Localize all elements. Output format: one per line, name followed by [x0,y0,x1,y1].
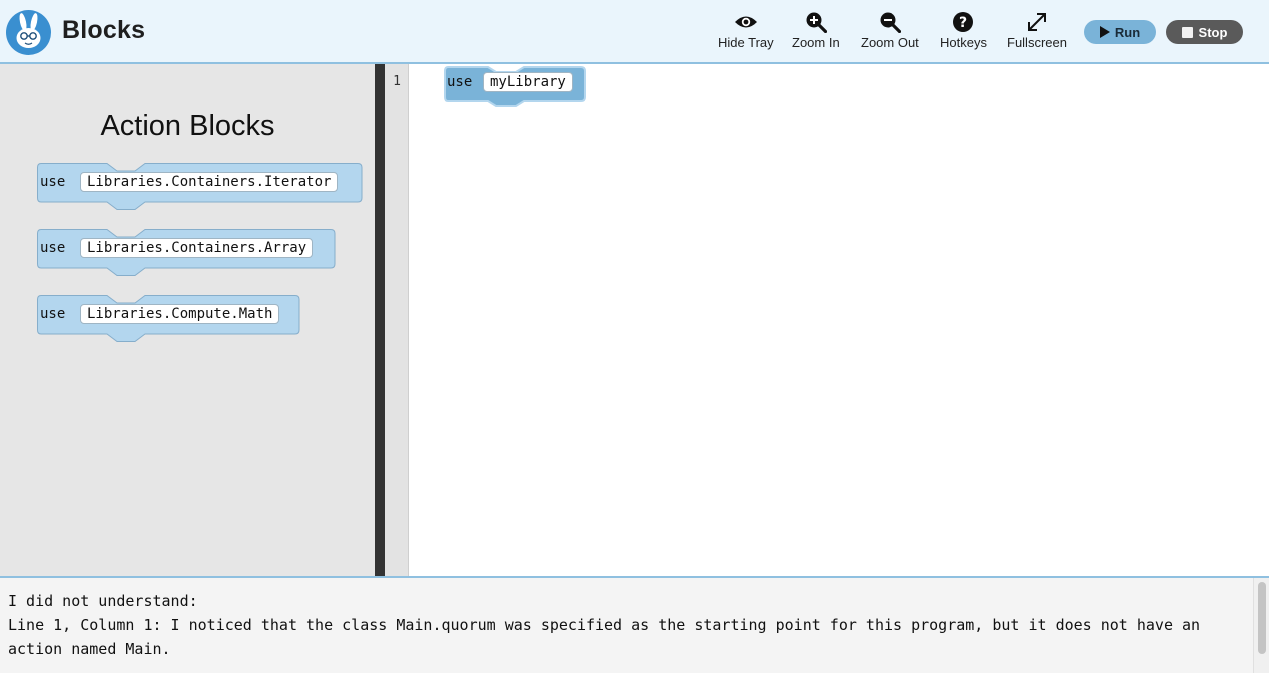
stop-label: Stop [1198,24,1228,40]
question-icon: ? [950,10,976,34]
zoom-out-button[interactable]: Zoom Out [861,10,919,54]
block-keyword: use [40,240,66,256]
output-text: I did not understand: Line 1, Column 1: … [8,589,1238,661]
line-number: 1 [393,74,401,89]
block-value-field[interactable]: Libraries.Compute.Math [80,304,280,324]
line-number-gutter: 1 [385,64,409,576]
output-panel: I did not understand: Line 1, Column 1: … [0,576,1269,673]
hotkeys-button[interactable]: ? Hotkeys [940,10,987,54]
block-keyword: use [40,306,66,322]
tray-block-array[interactable]: use Libraries.Containers.Array [37,229,336,285]
output-line: I did not understand: [8,592,198,610]
hotkeys-label: Hotkeys [940,35,987,50]
block-keyword: use [40,174,66,190]
svg-text:?: ? [959,15,967,31]
block-value-field[interactable]: myLibrary [483,72,573,92]
block-keyword: use [447,74,473,90]
zoom-in-icon [803,10,829,34]
eye-icon [733,10,759,34]
run-label: Run [1114,24,1141,40]
zoom-in-label: Zoom In [792,35,840,50]
bunny-logo-icon [6,10,51,55]
scrollbar-thumb[interactable] [1258,582,1266,654]
zoom-out-icon [877,10,903,34]
tray-splitter[interactable] [375,64,385,576]
zoom-out-label: Zoom Out [861,35,919,50]
stop-icon [1181,26,1193,38]
app-header: Blocks Hide Tray Zoom In Zoom Out ? Hotk… [0,0,1269,64]
hide-tray-button[interactable]: Hide Tray [718,10,774,54]
output-line: Line 1, Column 1: I noticed that the cla… [8,616,1210,658]
tray-title: Action Blocks [100,110,275,142]
zoom-in-button[interactable]: Zoom In [792,10,840,54]
app-title: Blocks [62,16,146,44]
fullscreen-button[interactable]: Fullscreen [1007,10,1067,54]
expand-icon [1024,10,1050,34]
play-icon [1099,26,1110,38]
fullscreen-label: Fullscreen [1007,35,1067,50]
hide-tray-label: Hide Tray [718,35,774,50]
tray-block-math[interactable]: use Libraries.Compute.Math [37,295,300,351]
block-value-field[interactable]: Libraries.Containers.Array [80,238,314,258]
action-blocks-tray: Action Blocks use Libraries.Containers.I… [0,64,375,576]
tray-block-iterator[interactable]: use Libraries.Containers.Iterator [37,163,363,219]
run-button[interactable]: Run [1084,20,1156,44]
stop-button[interactable]: Stop [1166,20,1243,44]
block-value-field[interactable]: Libraries.Containers.Iterator [80,172,339,192]
editor-block-use[interactable]: use myLibrary [444,66,586,122]
code-editor[interactable]: use myLibrary [409,64,1269,576]
output-scrollbar[interactable] [1253,578,1269,673]
